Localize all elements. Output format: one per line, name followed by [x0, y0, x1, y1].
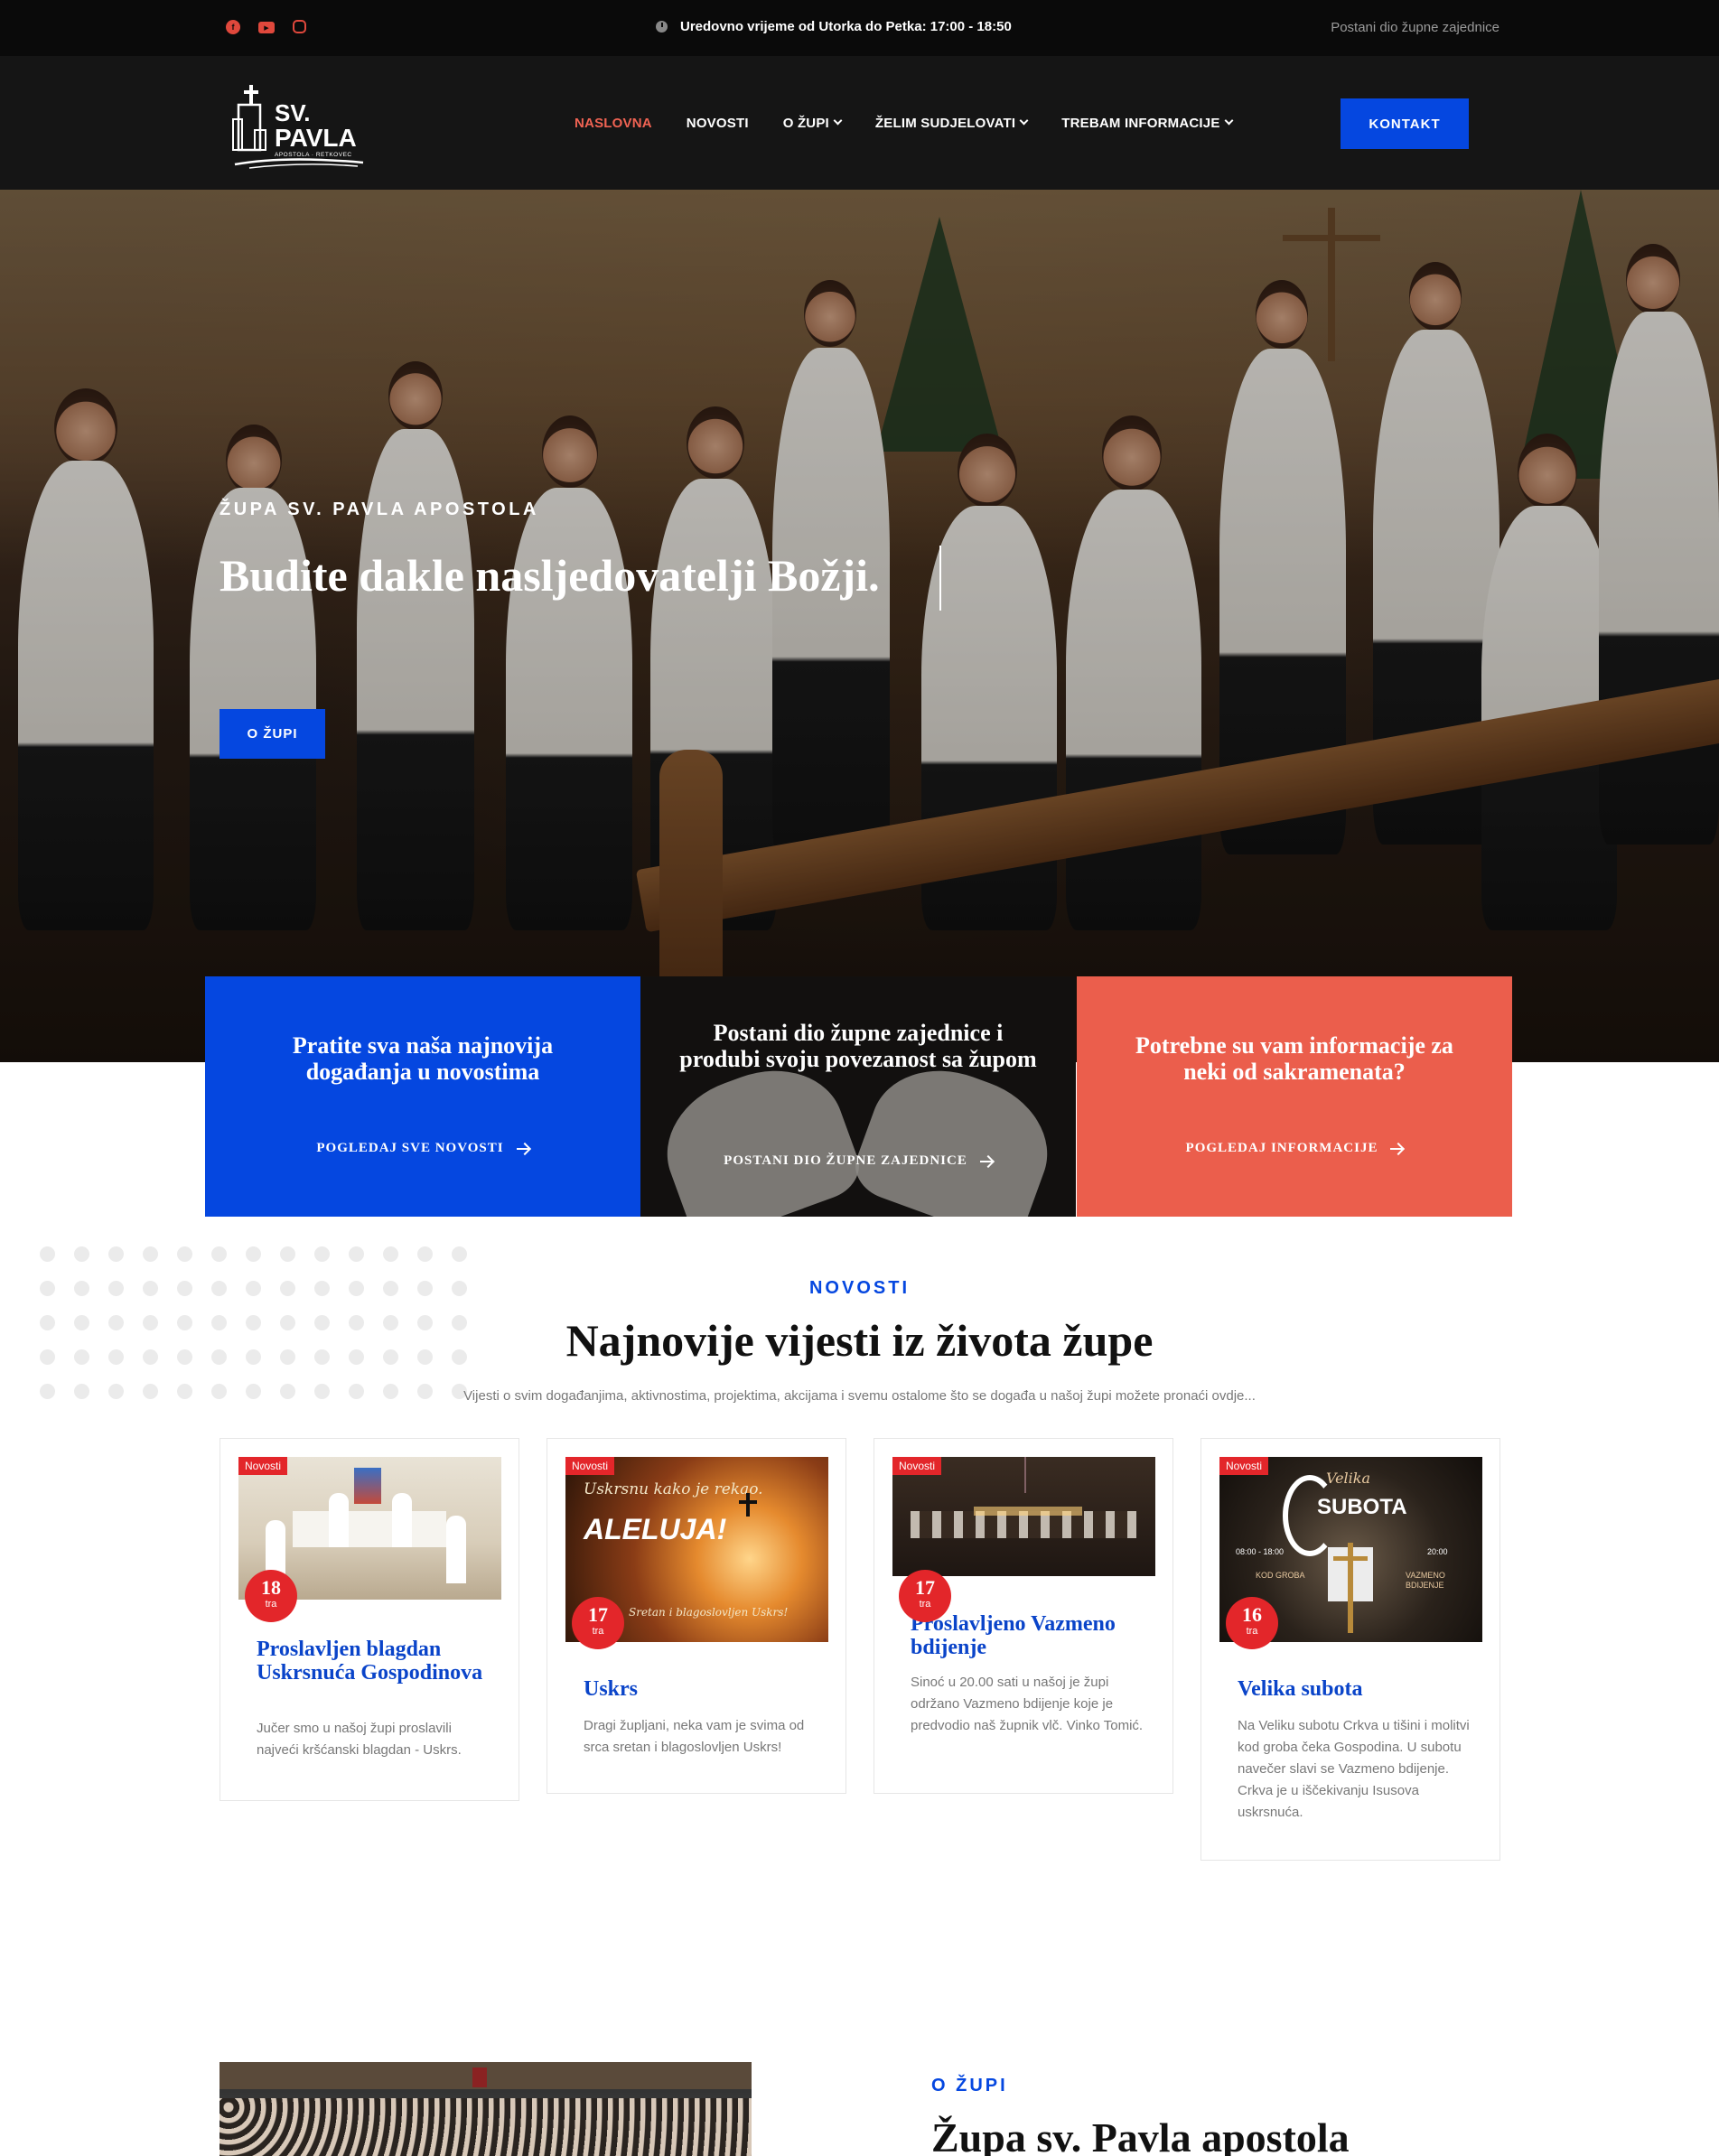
decorative-dot	[349, 1246, 364, 1262]
hero-kicker: ŽUPA SV. PAVLA APOSTOLA	[220, 499, 539, 519]
news-card[interactable]: Novosti 18 tra Proslavljen blagdan Uskrsn…	[220, 1438, 519, 1801]
news-card-title[interactable]: Proslavljeno Vazmeno bdijenje	[911, 1612, 1145, 1659]
decorative-dot	[74, 1246, 89, 1262]
decorative-dot	[211, 1246, 227, 1262]
about-title: Župa sv. Pavla apostola	[931, 2114, 1350, 2156]
nav-item-naslovna[interactable]: NASLOVNA	[575, 116, 652, 131]
date-badge: 16 tra	[1226, 1597, 1278, 1649]
date-badge: 18 tra	[245, 1570, 297, 1622]
hero-section	[0, 190, 1719, 1062]
category-tag[interactable]: Novosti	[238, 1457, 288, 1475]
news-card-title[interactable]: Velika subota	[1238, 1677, 1472, 1701]
nav-item-o-zupi[interactable]: O ŽUPI	[783, 116, 843, 131]
logo-line3: APOSTOLA · RETKOVEC	[275, 152, 352, 158]
main-header: SV. PAVLA APOSTOLA · RETKOVEC NASLOVNA N…	[0, 56, 1719, 190]
news-card[interactable]: Novosti Uskrsnu kako je rekao. ALELUJA! …	[547, 1438, 846, 1794]
logo-line1: SV.	[275, 99, 311, 126]
logo-line2: PAVLA	[275, 124, 357, 152]
decorative-dot	[314, 1246, 330, 1262]
decorative-dot	[452, 1246, 467, 1262]
decorative-dot	[246, 1246, 261, 1262]
news-card-title[interactable]: Proslavljen blagdan Uskrsnuća Gospodinov…	[257, 1638, 491, 1685]
parish-logo[interactable]: SV. PAVLA APOSTOLA · RETKOVEC	[231, 76, 367, 170]
decorative-dot	[177, 1246, 192, 1262]
view-info-link[interactable]: POGLEDAJ INFORMACIJE	[1077, 1141, 1512, 1156]
about-image	[220, 2062, 752, 2156]
news-card[interactable]: Novosti 17 tra Proslavljeno Vazmeno bdije…	[874, 1438, 1173, 1794]
news-card[interactable]: Novosti Velika SUBOTA 08:00 - 18:00 KOD …	[1200, 1438, 1500, 1861]
news-card-excerpt: Sinoć u 20.00 sati u našoj je župi održa…	[911, 1675, 1144, 1733]
feature-news[interactable]: Pratite sva naša najnovija događanja u n…	[205, 976, 640, 1217]
chevron-down-icon	[1224, 116, 1233, 126]
contact-button[interactable]: KONTAKT	[1341, 98, 1469, 149]
chevron-down-icon	[1019, 116, 1029, 126]
feature-info[interactable]: Potrebne su vam informacije za neki od s…	[1077, 976, 1512, 1217]
text-cursor	[939, 546, 941, 611]
arrow-right-icon	[516, 1147, 529, 1150]
news-kicker: NOVOSTI	[808, 1278, 910, 1298]
feature-join[interactable]: Postani dio župne zajednice i produbi sv…	[640, 976, 1076, 1217]
news-card-excerpt: Na Veliku subotu Crkva u tišini i molitv…	[1238, 1718, 1470, 1820]
facebook-icon[interactable]: f	[226, 20, 240, 34]
view-news-link[interactable]: POGLEDAJ SVE NOVOSTI	[205, 1141, 640, 1156]
category-tag[interactable]: Novosti	[565, 1457, 615, 1475]
office-hours-text: Uredovno vrijeme od Utorka do Petka: 17:…	[680, 19, 1012, 34]
arrow-right-icon	[1390, 1147, 1404, 1150]
youtube-icon[interactable]: ▶	[258, 22, 275, 33]
social-links: f ▶	[226, 20, 306, 34]
decorative-dot	[143, 1246, 158, 1262]
arrow-right-icon	[979, 1160, 993, 1162]
feature-title: Pratite sva naša najnovija događanja u n…	[292, 1032, 554, 1085]
category-tag[interactable]: Novosti	[892, 1457, 942, 1475]
date-badge: 17 tra	[899, 1570, 951, 1622]
news-card-excerpt: Jučer smo u našoj župi proslavili najveć…	[257, 1721, 462, 1758]
news-subtitle: Vijesti o svim događanjima, aktivnostima…	[463, 1388, 1256, 1404]
decorative-dot	[108, 1246, 124, 1262]
feature-title: Postani dio župne zajednice i produbi sv…	[679, 1020, 1037, 1072]
about-parish-button[interactable]: O ŽUPI	[220, 709, 325, 759]
hero-title: Budite dakle nasljedovatelji Božji.	[220, 550, 880, 601]
join-community-feature-link[interactable]: POSTANI DIO ŽUPNE ZAJEDNICE	[640, 1153, 1076, 1169]
decorative-dot	[383, 1246, 398, 1262]
decorative-dot	[40, 1246, 55, 1262]
about-kicker: O ŽUPI	[931, 2076, 1008, 2095]
news-card-title[interactable]: Uskrs	[584, 1677, 818, 1701]
chevron-down-icon	[833, 116, 843, 126]
clock-icon	[656, 21, 668, 33]
news-title: Najnovije vijesti iz života župe	[565, 1315, 1154, 1366]
news-card-excerpt: Dragi župljani, neka vam je svima od src…	[584, 1718, 805, 1755]
join-community-link[interactable]: Postani dio župne zajednice	[1331, 20, 1499, 35]
decorative-dot	[417, 1246, 433, 1262]
instagram-icon[interactable]	[293, 20, 306, 33]
nav-item-trebam-informacije[interactable]: TREBAM INFORMACIJE	[1061, 116, 1233, 131]
main-nav: NASLOVNA NOVOSTI O ŽUPI ŽELIM SUDJELOVAT…	[575, 56, 1233, 190]
category-tag[interactable]: Novosti	[1219, 1457, 1269, 1475]
nav-item-zelim-sudjelovati[interactable]: ŽELIM SUDJELOVATI	[875, 116, 1029, 131]
top-bar: f ▶ Uredovno vrijeme od Utorka do Petka:…	[0, 0, 1719, 56]
office-hours: Uredovno vrijeme od Utorka do Petka: 17:…	[656, 19, 1012, 34]
decorative-dot	[280, 1246, 295, 1262]
nav-item-novosti[interactable]: NOVOSTI	[687, 116, 749, 131]
feature-title: Potrebne su vam informacije za neki od s…	[1135, 1032, 1453, 1085]
date-badge: 17 tra	[572, 1597, 624, 1649]
